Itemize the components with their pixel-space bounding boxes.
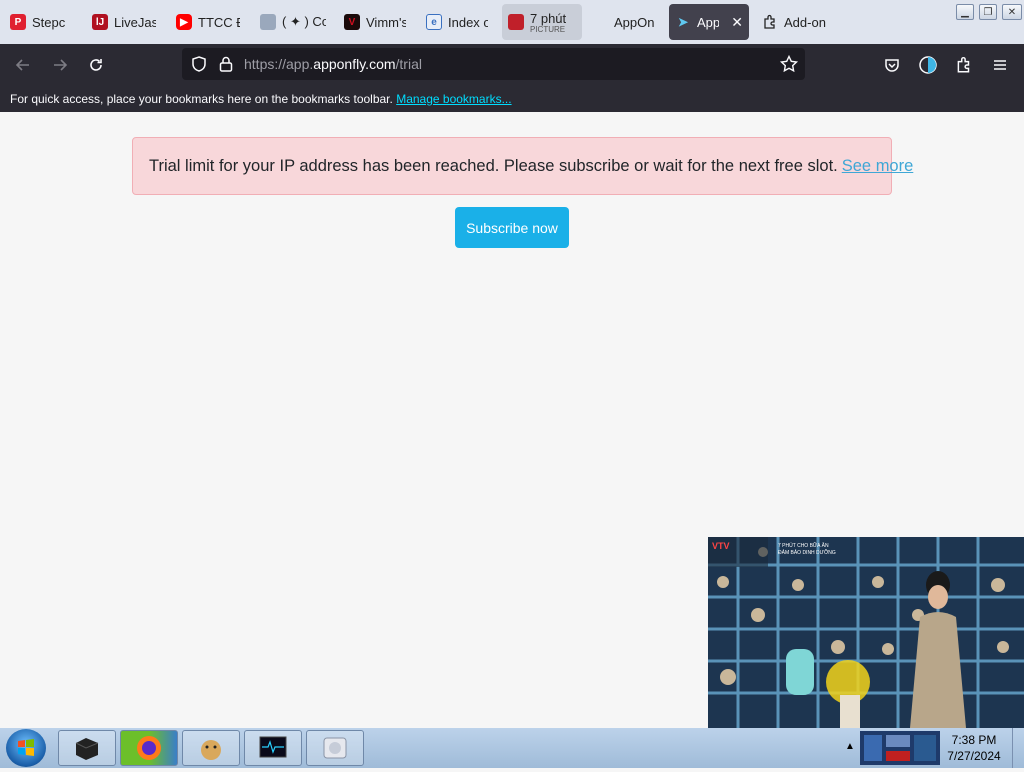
- manage-bookmarks-link[interactable]: Manage bookmarks...: [396, 92, 511, 106]
- vimm-icon: V: [344, 14, 360, 30]
- address-bar[interactable]: https://app.apponfly.com/trial: [182, 48, 805, 80]
- hamburger-icon: [994, 60, 1006, 70]
- disc-icon: [323, 737, 347, 759]
- image-icon: [260, 14, 276, 30]
- channel-logo: VTV: [712, 541, 730, 551]
- alert-message: Trial limit for your IP address has been…: [149, 156, 838, 175]
- menu-button[interactable]: [987, 52, 1013, 78]
- account-icon: [919, 56, 937, 74]
- tab-addons[interactable]: Add-on: [756, 4, 836, 40]
- reload-icon: [90, 59, 102, 71]
- tab-7phut-sublabel: PICTURE: [530, 24, 566, 34]
- tab-apponfly-active[interactable]: ➤ App ✕: [669, 4, 749, 40]
- console-icon: [75, 738, 99, 760]
- tab-ttcc[interactable]: ▶ TTCC Đ: [170, 4, 246, 40]
- close-tab-icon[interactable]: ✕: [731, 14, 743, 31]
- bookmarks-message: For quick access, place your bookmarks h…: [10, 92, 393, 106]
- bookmarks-toolbar: For quick access, place your bookmarks h…: [0, 86, 1024, 112]
- tray-expand-icon[interactable]: ▲: [845, 741, 855, 752]
- monitor-icon: [259, 736, 287, 758]
- pip-caption-line1: 7 PHÚT CHO BỮA ĂN: [778, 542, 829, 549]
- shield-icon[interactable]: [190, 55, 208, 78]
- puzzle-icon: [957, 57, 970, 73]
- tab-livejasmin[interactable]: lJ LiveJasn: [86, 4, 162, 40]
- video-icon: [508, 14, 524, 30]
- system-clock[interactable]: 7:38 PM 7/27/2024: [944, 732, 1004, 764]
- tray-thumbnails[interactable]: [860, 731, 940, 765]
- taskbar-app-doge[interactable]: [182, 730, 240, 766]
- bookmark-star-icon[interactable]: [779, 54, 799, 79]
- video-frame: VTV 7 PHÚT CHO BỮA ĂN ĐẢM BẢO DINH DƯỠNG: [708, 537, 1024, 728]
- forward-button[interactable]: [47, 52, 73, 78]
- trial-limit-alert: Trial limit for your IP address has been…: [132, 137, 913, 195]
- tab-stepc[interactable]: P Stepc: [4, 4, 78, 40]
- pocket-icon: [885, 59, 899, 72]
- tab-collection[interactable]: ( ✦ ) Co: [254, 4, 332, 40]
- tab-index[interactable]: e Index o: [420, 4, 494, 40]
- apponfly-icon: ➤: [677, 15, 689, 29]
- taskbar-app-disc[interactable]: [306, 730, 364, 766]
- taskbar-app-firefox[interactable]: [120, 730, 178, 766]
- taskbar-app-terminal[interactable]: [58, 730, 116, 766]
- account-button[interactable]: [915, 52, 941, 78]
- windows-logo-icon: [18, 739, 34, 756]
- picture-in-picture-video[interactable]: VTV 7 PHÚT CHO BỮA ĂN ĐẢM BẢO DINH DƯỠNG: [708, 537, 1024, 728]
- reload-button[interactable]: [83, 52, 109, 78]
- tab-vimms[interactable]: V Vimm's: [338, 4, 412, 40]
- pip-caption-line2: ĐẢM BẢO DINH DƯỠNG: [778, 549, 836, 556]
- youtube-icon: ▶: [176, 14, 192, 30]
- clock-date: 7/27/2024: [947, 749, 1001, 763]
- clock-time: 7:38 PM: [951, 733, 997, 747]
- firefox-icon: [137, 736, 161, 760]
- close-window-button[interactable]: ✕: [1002, 4, 1022, 20]
- taskbar: ▲ 7:38 PM 7/27/2024: [0, 728, 1024, 768]
- tab-7phut[interactable]: 7 phút PICTURE: [502, 4, 582, 40]
- back-arrow-icon: [15, 59, 29, 71]
- tab-7phut-label: 7 phút: [530, 10, 567, 26]
- tab-apponfly[interactable]: AppOn: [590, 4, 660, 40]
- url-text[interactable]: https://app.apponfly.com/trial: [244, 56, 422, 72]
- show-desktop-button[interactable]: [1012, 728, 1024, 768]
- lock-icon[interactable]: [218, 55, 234, 78]
- taskbar-app-monitor[interactable]: [244, 730, 302, 766]
- ie-page-icon: e: [426, 14, 442, 30]
- puzzle-icon: [762, 14, 778, 30]
- forward-arrow-icon: [54, 59, 68, 71]
- subscribe-button[interactable]: Subscribe now: [455, 207, 569, 248]
- start-button[interactable]: [6, 729, 46, 767]
- extensions-button[interactable]: [951, 52, 977, 78]
- p-red-icon: P: [10, 14, 26, 30]
- pocket-button[interactable]: [879, 52, 905, 78]
- see-more-link[interactable]: See more: [842, 157, 914, 176]
- tab-strip: P Stepc lJ LiveJasn ▶ TTCC Đ ( ✦ ) Co V …: [0, 0, 1024, 44]
- back-button[interactable]: [10, 52, 36, 78]
- lj-icon: lJ: [92, 14, 108, 30]
- minimize-button[interactable]: ▁: [956, 4, 974, 20]
- doge-icon: [201, 740, 221, 760]
- navigation-toolbar: https://app.apponfly.com/trial: [0, 44, 1024, 86]
- restore-button[interactable]: ❐: [979, 4, 997, 20]
